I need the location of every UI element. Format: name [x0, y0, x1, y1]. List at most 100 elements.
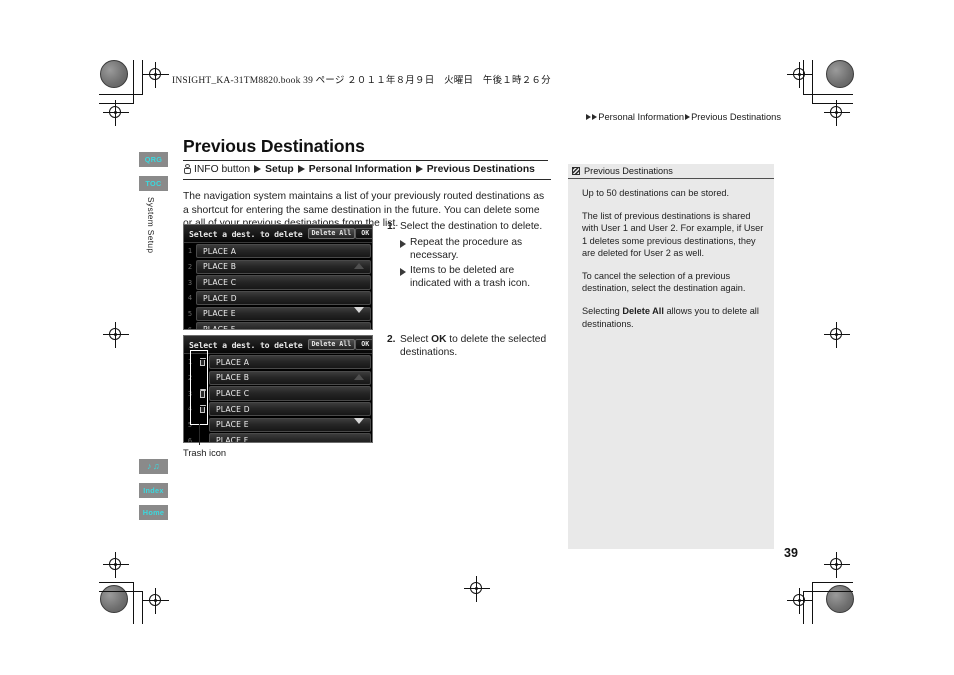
chevron-right-icon — [685, 114, 691, 120]
info-panel-body: Up to 50 destinations can be stored. The… — [568, 179, 774, 330]
chevron-right-icon — [415, 165, 423, 173]
nav-scrollbar[interactable] — [344, 243, 372, 329]
chevron-right-icon — [586, 114, 592, 120]
delete-all-button[interactable]: Delete All — [307, 227, 356, 240]
scroll-up-button[interactable] — [349, 370, 368, 384]
crop-line — [99, 582, 134, 583]
trash-icon — [199, 389, 206, 398]
sidebar-tab-voice-command[interactable]: ♪ ♫ — [139, 459, 168, 474]
info-paragraph: To cancel the selection of a previous de… — [582, 271, 746, 294]
registration-mark — [143, 62, 169, 88]
nav-list: 1 PLACE A 2 PLACE B 3 PLACE C 4 PLACE D … — [184, 243, 372, 329]
row-number: 5 — [187, 309, 193, 318]
trash-slot — [196, 404, 209, 414]
breadcrumb-current: Previous Destinations — [691, 112, 781, 122]
nav-scrollbar[interactable] — [344, 354, 372, 442]
print-color-dot-bottom-right — [826, 585, 854, 613]
crop-line — [99, 591, 143, 592]
step-number: 1. — [387, 221, 396, 232]
crop-line — [133, 582, 134, 624]
sidebar-tab-home[interactable]: Home — [139, 505, 168, 520]
step-number: 2. — [387, 334, 396, 345]
step-2: 2. Select OK to delete the selected dest… — [387, 333, 549, 361]
page-title: Previous Destinations — [183, 136, 365, 156]
info-paragraph-delete-all: Selecting Delete All allows you to delet… — [582, 305, 764, 329]
row-number: 3 — [187, 389, 193, 398]
info-button-icon — [183, 163, 191, 175]
nav-titlebar: Select a dest. to delete Delete All OK — [184, 225, 372, 243]
nav-title: Select a dest. to delete — [189, 339, 303, 350]
registration-mark — [787, 62, 813, 88]
registration-mark — [143, 588, 169, 614]
book-header-line: INSIGHT_KA-31TM8820.book 39 ページ ２０１１年８月９… — [172, 76, 551, 86]
trash-icon — [199, 404, 206, 414]
step-text: Select OK to delete the selected destina… — [400, 333, 549, 359]
step-1: 1. Select the destination to delete. — [387, 220, 549, 233]
path-start-label: INFO button — [194, 163, 251, 175]
info-panel-header: Previous Destinations — [568, 164, 774, 179]
print-color-dot-top-right — [826, 60, 854, 88]
crop-line — [99, 94, 143, 95]
row-number: 1 — [187, 247, 193, 256]
crop-line — [812, 582, 853, 583]
bullet-item: Repeat the procedure as necessary. — [400, 236, 549, 262]
arrow-down-icon — [353, 418, 364, 424]
registration-mark — [103, 552, 129, 578]
crop-line — [803, 60, 804, 94]
row-number: 2 — [187, 373, 193, 382]
sidebar-tab-qrg[interactable]: QRG — [139, 152, 168, 167]
registration-mark — [787, 588, 813, 614]
chevron-right-icon — [592, 114, 598, 120]
bullet-item: Items to be deleted are indicated with a… — [400, 264, 549, 290]
chevron-right-icon — [297, 165, 305, 173]
registration-mark — [824, 100, 850, 126]
arrow-down-icon — [353, 307, 364, 313]
ok-button[interactable]: OK — [355, 227, 372, 240]
info-text-before: Selecting — [582, 306, 623, 317]
nav-titlebar: Select a dest. to delete Delete All OK — [184, 336, 372, 354]
path-item-previous-destinations: Previous Destinations — [426, 163, 535, 175]
path-item-setup: Setup — [265, 163, 294, 175]
step-text-ok: OK — [431, 334, 447, 345]
menu-path: INFO button Setup Personal Information P… — [183, 162, 551, 180]
nav-title: Select a dest. to delete — [189, 228, 303, 239]
trash-icon — [199, 357, 206, 367]
scroll-down-button[interactable] — [349, 303, 368, 317]
row-number: 4 — [187, 294, 193, 303]
crop-line — [803, 94, 853, 95]
scroll-up-button[interactable] — [349, 259, 368, 273]
trash-slot — [196, 389, 209, 398]
scroll-down-button[interactable] — [349, 414, 368, 428]
crop-line — [99, 103, 134, 104]
row-number: 1 — [187, 358, 193, 367]
registration-mark — [103, 100, 129, 126]
path-item-personal-information: Personal Information — [308, 163, 412, 175]
chevron-right-icon — [254, 165, 262, 173]
bullet-text: Repeat the procedure as necessary. — [410, 237, 523, 262]
arrow-right-icon — [400, 267, 406, 276]
info-text-delete-all: Delete All — [622, 306, 664, 317]
row-number: 3 — [187, 278, 193, 287]
bullet-text: Items to be deleted are indicated with a… — [410, 264, 531, 289]
print-color-dot-bottom-left — [100, 585, 128, 613]
delete-all-button[interactable]: Delete All — [307, 338, 356, 351]
step-text: Select the destination to delete. — [400, 221, 543, 232]
row-number: 5 — [187, 420, 193, 429]
sidebar-tab-toc[interactable]: TOC — [139, 176, 168, 191]
step-list: 1. Select the destination to delete. Rep… — [387, 220, 549, 291]
row-number: 2 — [187, 262, 193, 271]
crop-line — [812, 103, 853, 104]
info-panel: Previous Destinations Up to 50 destinati… — [568, 164, 774, 549]
breadcrumb-parent: Personal Information — [598, 112, 685, 122]
nav-screenshot-step1: Select a dest. to delete Delete All OK 1… — [183, 224, 373, 330]
sidebar-tab-index[interactable]: Index — [139, 483, 168, 498]
registration-mark — [824, 552, 850, 578]
ok-button[interactable]: OK — [355, 338, 372, 351]
row-number: 6 — [187, 325, 193, 330]
info-paragraph: The list of previous destinations is sha… — [582, 211, 764, 258]
crop-line — [142, 60, 143, 94]
trash-icon-callout-stem — [198, 424, 200, 445]
arrow-up-icon — [353, 263, 364, 269]
trash-icon-callout-label: Trash icon — [183, 448, 227, 458]
nav-screenshot-step2: Select a dest. to delete Delete All OK 1… — [183, 335, 373, 443]
